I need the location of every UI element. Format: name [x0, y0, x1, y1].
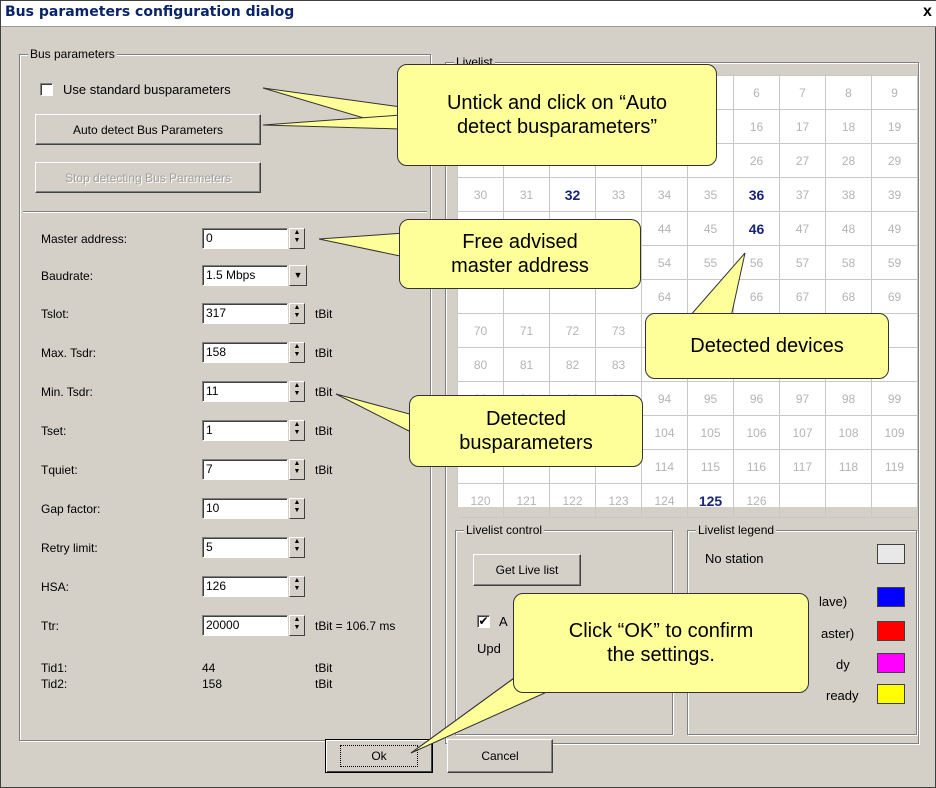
dialog-window: Bus parameters configuration dialog x Bu…: [0, 0, 936, 788]
tail-detected: [335, 393, 414, 434]
tail-devices: [687, 252, 746, 318]
tail-auto-2: [262, 114, 402, 130]
callout-detected-devices: Detected devices: [645, 313, 889, 379]
callout-auto-detect: Untick and click on “Auto detect buspara…: [397, 64, 717, 166]
callout-ok: Click “OK” to confirm the settings.: [513, 593, 809, 693]
callout-master-address: Free advised master address: [399, 219, 641, 289]
tail-master: [318, 232, 406, 258]
tail-ok-line: [410, 672, 522, 754]
callout-detected-busparameters: Detected busparameters: [409, 395, 643, 467]
